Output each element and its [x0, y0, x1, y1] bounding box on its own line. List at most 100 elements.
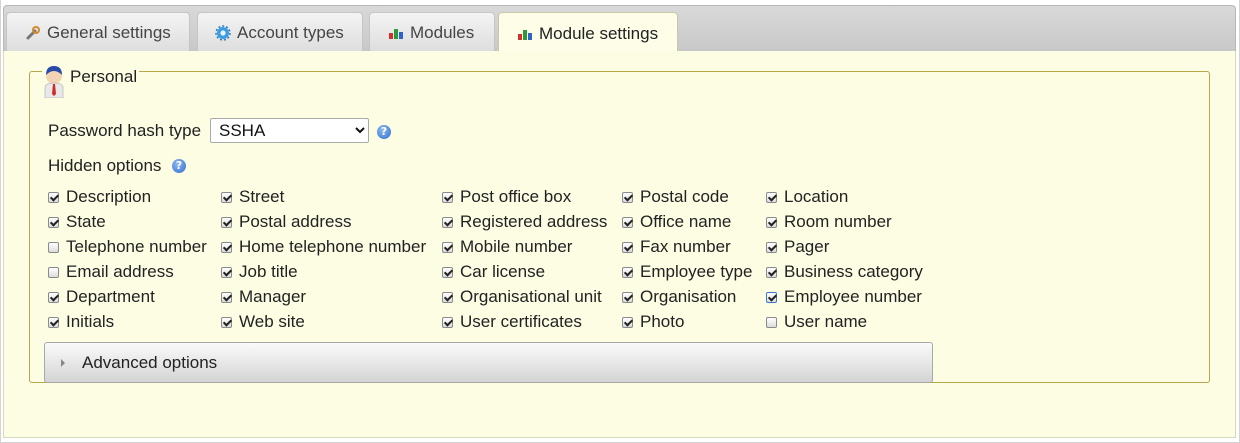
gear-icon	[215, 24, 231, 41]
tab-panel: Personal Password hash type SSHA ? Hidde…	[3, 51, 1236, 438]
checkbox-label: Postal code	[640, 187, 729, 206]
tab-label: General settings	[47, 22, 171, 42]
hidden-option-checkbox[interactable]: Registered address	[442, 211, 607, 233]
checkbox[interactable]	[48, 216, 59, 228]
checkbox-label: Department	[66, 287, 155, 306]
checkbox-label: Web site	[239, 312, 305, 331]
fieldset-legend: Personal	[42, 64, 140, 99]
hidden-option-checkbox[interactable]: Job title	[221, 261, 298, 283]
checkbox[interactable]	[766, 191, 777, 203]
password-hash-select[interactable]: SSHA	[210, 118, 369, 143]
advanced-options-toggle[interactable]: Advanced options	[44, 342, 933, 383]
checkbox[interactable]	[48, 241, 59, 253]
checkbox[interactable]	[221, 216, 232, 228]
hidden-options-label: Hidden options	[48, 156, 162, 175]
checkbox[interactable]	[442, 291, 453, 303]
help-icon[interactable]: ?	[172, 159, 186, 173]
checkbox[interactable]	[442, 241, 453, 253]
hidden-option-checkbox[interactable]: Office name	[622, 211, 731, 233]
checkbox-label: Mobile number	[460, 237, 573, 256]
checkbox-label: Post office box	[460, 187, 572, 206]
checkbox[interactable]	[48, 266, 59, 278]
tab-label: Modules	[410, 22, 475, 42]
hidden-option-checkbox[interactable]: Organisational unit	[442, 286, 602, 308]
checkbox[interactable]	[442, 216, 453, 228]
hidden-option-checkbox[interactable]: Room number	[766, 211, 892, 233]
legend-label: Personal	[70, 67, 138, 86]
checkbox-label: Photo	[640, 312, 685, 331]
checkbox-label: Initials	[66, 312, 115, 331]
checkbox[interactable]	[766, 266, 777, 278]
checkbox-label: Pager	[784, 237, 830, 256]
checkbox[interactable]	[221, 266, 232, 278]
hidden-option-checkbox[interactable]: Postal address	[221, 211, 351, 233]
checkbox[interactable]	[622, 291, 633, 303]
checkbox[interactable]	[766, 216, 777, 228]
hidden-option-checkbox[interactable]: Street	[221, 186, 284, 208]
hidden-option-checkbox[interactable]: Manager	[221, 286, 306, 308]
checkbox-label: State	[66, 212, 106, 231]
checkbox[interactable]	[442, 266, 453, 278]
hidden-option-checkbox[interactable]: Location	[766, 186, 848, 208]
user-icon	[42, 64, 66, 99]
checkbox-label: User certificates	[460, 312, 582, 331]
hidden-option-checkbox[interactable]: Post office box	[442, 186, 571, 208]
hidden-option-checkbox[interactable]: Telephone number	[48, 236, 207, 258]
password-hash-label: Password hash type	[48, 121, 202, 140]
hidden-option-checkbox[interactable]: Business category	[766, 261, 923, 283]
hidden-option-checkbox[interactable]: Mobile number	[442, 236, 572, 258]
checkbox-label: User name	[784, 312, 868, 331]
advanced-options-label: Advanced options	[82, 352, 218, 372]
checkbox[interactable]	[622, 191, 633, 203]
hidden-option-checkbox[interactable]: Home telephone number	[221, 236, 426, 258]
checkbox[interactable]	[48, 316, 59, 328]
hidden-option-checkbox[interactable]: Email address	[48, 261, 174, 283]
hidden-option-checkbox[interactable]: Employee number	[766, 286, 922, 308]
checkbox[interactable]	[221, 191, 232, 203]
checkbox-label: Job title	[239, 262, 298, 281]
hidden-option-checkbox[interactable]: Car license	[442, 261, 545, 283]
hidden-option-checkbox[interactable]: State	[48, 211, 106, 233]
checkbox-label: Email address	[66, 262, 174, 281]
wrench-icon	[25, 25, 41, 41]
hidden-option-checkbox[interactable]: Postal code	[622, 186, 729, 208]
checkbox-label: Description	[66, 187, 152, 206]
hidden-option-checkbox[interactable]: User certificates	[442, 311, 582, 333]
checkbox[interactable]	[766, 291, 777, 303]
checkbox[interactable]	[221, 241, 232, 253]
checkbox[interactable]	[622, 316, 633, 328]
checkbox[interactable]	[221, 291, 232, 303]
hidden-option-checkbox[interactable]: User name	[766, 311, 867, 333]
tab-modules[interactable]: Modules	[369, 12, 495, 52]
checkbox-label: Office name	[640, 212, 732, 231]
hidden-option-checkbox[interactable]: Photo	[622, 311, 684, 333]
checkbox[interactable]	[48, 291, 59, 303]
hidden-option-checkbox[interactable]: Employee type	[622, 261, 752, 283]
checkbox[interactable]	[442, 191, 453, 203]
checkbox[interactable]	[622, 241, 633, 253]
checkbox-label: Employee number	[784, 287, 922, 306]
checkbox[interactable]	[622, 266, 633, 278]
checkbox[interactable]	[766, 316, 777, 328]
hidden-option-checkbox[interactable]: Initials	[48, 311, 114, 333]
hidden-option-checkbox[interactable]: Organisation	[622, 286, 736, 308]
checkbox-label: Employee type	[640, 262, 753, 281]
checkbox[interactable]	[48, 191, 59, 203]
checkbox[interactable]	[221, 316, 232, 328]
tab-general-settings[interactable]: General settings	[6, 12, 190, 52]
checkbox[interactable]	[766, 241, 777, 253]
modules-icon	[517, 26, 533, 42]
checkbox-label: Car license	[460, 262, 546, 281]
checkbox[interactable]	[442, 316, 453, 328]
hidden-option-checkbox[interactable]: Department	[48, 286, 155, 308]
hidden-option-checkbox[interactable]: Pager	[766, 236, 829, 258]
tab-bar: General settings Account types Modules M…	[3, 5, 1236, 54]
tab-module-settings[interactable]: Module settings	[498, 12, 678, 54]
help-icon[interactable]: ?	[377, 125, 391, 139]
hidden-option-checkbox[interactable]: Fax number	[622, 236, 731, 258]
hidden-option-checkbox[interactable]: Web site	[221, 311, 305, 333]
checkbox-label: Registered address	[460, 212, 608, 231]
tab-account-types[interactable]: Account types	[197, 12, 363, 52]
hidden-option-checkbox[interactable]: Description	[48, 186, 151, 208]
checkbox[interactable]	[622, 216, 633, 228]
